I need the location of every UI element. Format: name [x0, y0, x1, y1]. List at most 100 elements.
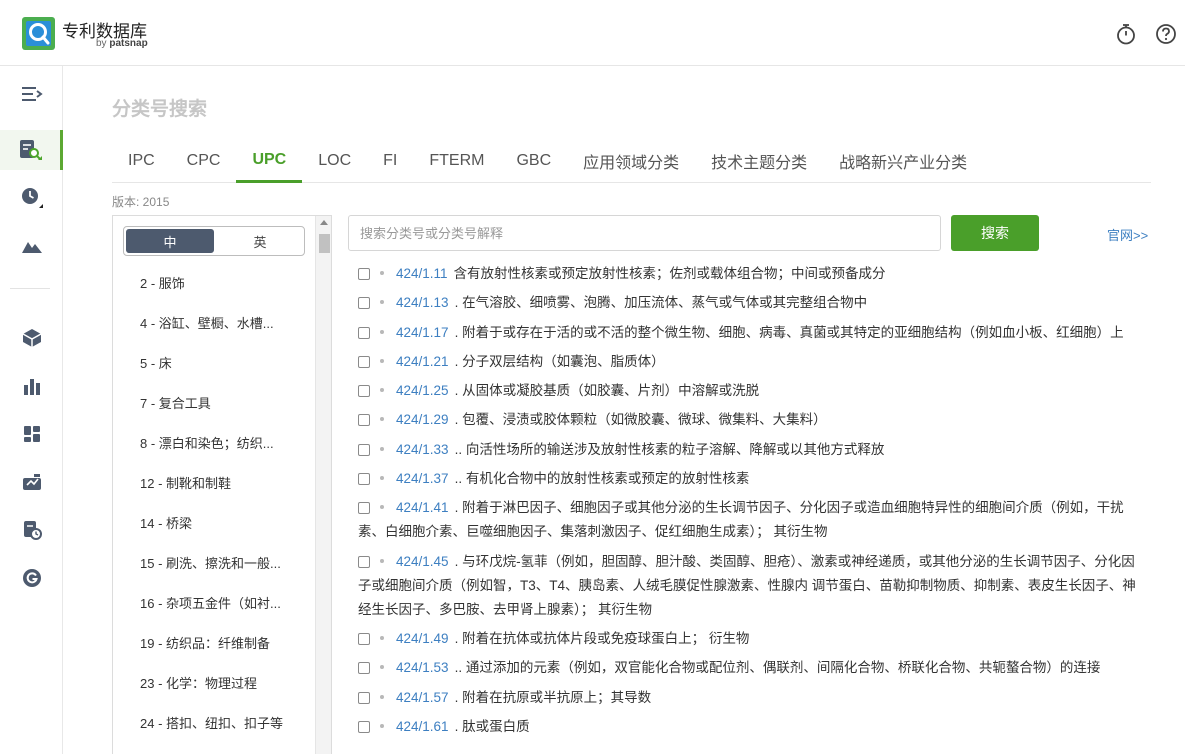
class-item[interactable]: 12 - 制靴和制鞋	[113, 462, 313, 502]
result-checkbox[interactable]	[358, 502, 370, 515]
result-checkbox[interactable]	[358, 555, 370, 568]
class-item[interactable]: 23 - 化学：物理过程	[113, 662, 313, 702]
rail-dashboard[interactable]	[0, 414, 63, 454]
class-description: .. 通过添加的元素（例如，双官能化合物或配位剂、偶联剂、间隔化合物、桥联化合物…	[454, 660, 1101, 676]
rail-menu[interactable]	[0, 74, 63, 114]
class-item[interactable]: 16 - 杂项五金件（如衬...	[113, 582, 313, 622]
report-icon	[23, 521, 42, 540]
tab-cpc[interactable]: CPC	[171, 140, 237, 182]
result-row: 424/1.41. 附着于淋巴因子、细胞因子或其他分泌的生长调节因子、分化因子或…	[358, 496, 1148, 544]
classification-search-input[interactable]	[348, 215, 941, 251]
class-code-link[interactable]: 424/1.25	[396, 383, 449, 398]
class-item[interactable]: 7 - 复合工具	[113, 382, 313, 422]
tab-fi[interactable]: FI	[367, 140, 413, 182]
timer-icon[interactable]	[1115, 23, 1137, 45]
class-item[interactable]: 8 - 漂白和染色；纺织...	[113, 422, 313, 462]
class-item[interactable]: 4 - 浴缸、壁橱、水槽...	[113, 302, 313, 342]
result-checkbox[interactable]	[358, 662, 370, 675]
lang-zh-button[interactable]: 中	[126, 229, 214, 253]
result-checkbox[interactable]	[358, 268, 370, 280]
class-description: . 附着于或存在于活的或不活的整个微生物、细胞、病毒、真菌或其特定的亚细胞结构（…	[454, 324, 1124, 340]
result-checkbox[interactable]	[358, 691, 370, 704]
rail-analytics[interactable]	[0, 366, 63, 406]
g-icon	[22, 569, 41, 587]
rail-patent-search[interactable]	[0, 130, 63, 170]
class-item[interactable]: 14 - 桥梁	[113, 502, 313, 542]
classification-tree-panel: 中 英 2 - 服饰 4 - 浴缸、壁橱、水槽... 5 - 床 7 - 复合工…	[112, 215, 332, 754]
result-row: 424/1.29 . 包覆、浸渍或胶体颗粒（如微胶囊、微球、微集料、大集料）	[358, 408, 1148, 432]
scroll-thumb[interactable]	[319, 234, 330, 253]
language-toggle: 中 英	[123, 226, 305, 256]
class-code-link[interactable]: 424/1.45	[396, 554, 449, 569]
result-checkbox[interactable]	[358, 720, 370, 733]
tab-ipc[interactable]: IPC	[112, 140, 171, 182]
scroll-up-arrow-icon[interactable]	[320, 220, 328, 225]
class-item[interactable]: 2 - 服饰	[113, 262, 313, 302]
class-description: . 附着在抗体或抗体片段或免疫球蛋白上； 衍生物	[454, 630, 750, 646]
menu-collapse-icon	[21, 87, 43, 101]
result-checkbox[interactable]	[358, 385, 370, 398]
lang-en-button[interactable]: 英	[216, 227, 304, 255]
class-description: . 肽或蛋白质	[454, 718, 530, 734]
class-code-link[interactable]: 424/1.33	[396, 442, 449, 457]
brand-subtitle-name: patsnap	[109, 38, 148, 49]
class-description: . 与环戊烷-氢菲（例如，胆固醇、胆汁酸、类固醇、胆疮）、激素或神经递质，或其他…	[358, 553, 1136, 617]
result-checkbox[interactable]	[358, 473, 370, 486]
classification-results: 424/1.11 含有放射性核素或预定放射性核素；佐剂或载体组合物；中间或预备成分…	[358, 262, 1148, 744]
result-checkbox[interactable]	[358, 297, 370, 310]
brand-subtitle: by patsnap	[96, 38, 148, 49]
patsnap-logo[interactable]	[22, 17, 55, 50]
search-button[interactable]: 搜索	[951, 215, 1039, 251]
result-row: 424/1.57 . 附着在抗原或半抗原上；其导数	[358, 686, 1148, 710]
brand-subtitle-prefix: by	[96, 38, 110, 49]
tab-tech-topic[interactable]: 技术主题分类	[695, 140, 823, 182]
result-checkbox[interactable]	[358, 632, 370, 645]
class-item[interactable]: 5 - 床	[113, 342, 313, 382]
rail-g-app[interactable]	[0, 558, 63, 598]
result-checkbox[interactable]	[358, 443, 370, 456]
class-description: . 附着于淋巴因子、细胞因子或其他分泌的生长调节因子、分化因子或造血细胞特异性的…	[358, 500, 1124, 540]
rail-layers[interactable]	[0, 318, 63, 358]
class-code-link[interactable]: 424/1.13	[396, 295, 449, 310]
rail-workspace[interactable]	[0, 462, 63, 502]
class-code-link[interactable]: 424/1.49	[396, 631, 449, 646]
result-checkbox[interactable]	[358, 414, 370, 427]
rail-report[interactable]	[0, 510, 63, 550]
result-checkbox[interactable]	[358, 326, 370, 339]
bullet-icon	[380, 388, 384, 393]
class-code-link[interactable]: 424/1.11	[396, 266, 448, 281]
class-item[interactable]: 24 - 搭扣、纽扣、扣子等	[113, 702, 313, 742]
class-code-link[interactable]: 424/1.37	[396, 471, 449, 486]
class-code-link[interactable]: 424/1.17	[396, 325, 449, 340]
patent-search-icon	[20, 140, 42, 160]
help-icon[interactable]	[1155, 23, 1177, 45]
result-checkbox[interactable]	[358, 355, 370, 368]
class-code-link[interactable]: 424/1.29	[396, 412, 449, 427]
bullet-icon	[380, 300, 384, 305]
bullet-icon	[380, 271, 384, 275]
tab-strategic-industry[interactable]: 战略新兴产业分类	[823, 140, 983, 182]
official-site-link[interactable]: 官网>>	[1107, 225, 1148, 244]
tab-loc[interactable]: LOC	[302, 140, 367, 182]
class-code-link[interactable]: 424/1.57	[396, 690, 449, 705]
bullet-icon	[380, 329, 384, 334]
tab-fterm[interactable]: FTERM	[413, 140, 500, 182]
version-label: 版本: 2015	[112, 195, 170, 209]
rail-landscape[interactable]	[0, 226, 63, 266]
rail-divider	[10, 288, 50, 289]
tab-application-field[interactable]: 应用领域分类	[567, 140, 695, 182]
tab-gbc[interactable]: GBC	[500, 140, 567, 182]
workspace-icon	[22, 474, 41, 490]
class-list-scrollbar[interactable]	[315, 216, 331, 754]
layers-icon	[22, 329, 41, 347]
page-title: 分类号搜索	[112, 99, 208, 120]
tab-upc[interactable]: UPC	[236, 140, 303, 183]
class-item[interactable]: 19 - 纺织品：纤维制备	[113, 622, 313, 662]
class-code-link[interactable]: 424/1.53	[396, 660, 449, 675]
class-item[interactable]: 15 - 刷洗、擦洗和一般...	[113, 542, 313, 582]
class-code-link[interactable]: 424/1.41	[396, 500, 449, 515]
rail-history[interactable]	[0, 178, 63, 218]
result-row: 424/1.53 .. 通过添加的元素（例如，双官能化合物或配位剂、偶联剂、间隔化…	[358, 656, 1148, 680]
class-code-link[interactable]: 424/1.21	[396, 354, 449, 369]
class-code-link[interactable]: 424/1.61	[396, 719, 449, 734]
